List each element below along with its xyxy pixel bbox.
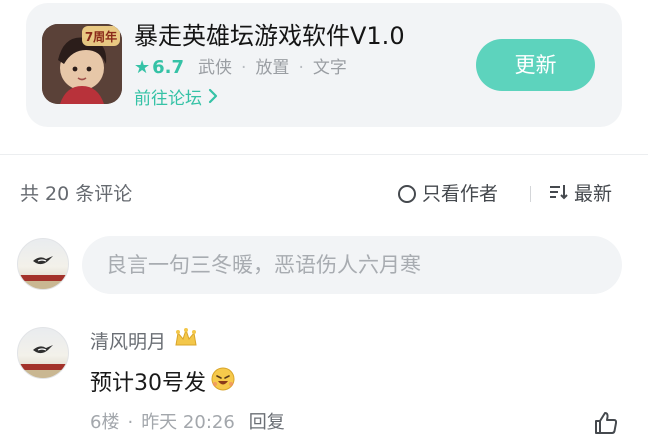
avatar[interactable]: [17, 327, 69, 379]
comment-meta: 6楼 · 昨天 20:26 回复: [90, 410, 285, 436]
comment-body: 预计30号发: [90, 370, 206, 396]
app-card[interactable]: 7周年 暴走英雄坛游戏软件V1.0 ★ 6.7 武侠 · 放置 · 文字 前往论…: [26, 3, 622, 127]
comment-count: 共 20 条评论: [20, 183, 133, 205]
star-icon: ★: [134, 57, 151, 78]
app-icon: 7周年: [42, 24, 122, 104]
chevron-right-icon: [208, 87, 218, 111]
reply-button[interactable]: 回复: [249, 410, 285, 436]
separator-dot: ·: [298, 58, 304, 78]
header-separator: [530, 186, 531, 202]
comment-time: 昨天 20:26: [141, 412, 235, 433]
comment-text: 预计30号发: [90, 366, 236, 401]
avatar-ground: [18, 370, 68, 378]
crown-icon: [174, 328, 198, 355]
update-button[interactable]: 更新: [476, 39, 595, 91]
tag-item: 武侠: [198, 58, 233, 78]
laughing-emoji-icon: [210, 366, 236, 401]
sort-label: 最新: [574, 183, 613, 205]
thumbs-up-icon[interactable]: [593, 410, 619, 436]
icon-badge: 7周年: [85, 29, 117, 44]
forum-link-label: 前往论坛: [134, 89, 202, 109]
sort-icon: [550, 180, 568, 208]
radio-icon: [398, 185, 416, 203]
floor-label: 6楼: [90, 412, 120, 433]
app-title[interactable]: 暴走英雄坛游戏软件V1.0: [134, 20, 405, 52]
tag-item: 放置: [255, 58, 290, 78]
username-label: 清风明月: [90, 330, 167, 353]
comment-username[interactable]: 清风明月: [90, 328, 198, 355]
app-rating: 6.7: [152, 57, 185, 78]
app-meta: ★ 6.7 武侠 · 放置 · 文字: [134, 56, 347, 80]
only-author-label: 只看作者: [422, 183, 499, 205]
crane-icon: [33, 345, 53, 354]
comment-input[interactable]: [82, 236, 622, 294]
app-icon-art: 7周年: [42, 24, 122, 104]
avatar[interactable]: [17, 238, 69, 290]
tag-item: 文字: [312, 58, 347, 78]
divider: [0, 154, 648, 155]
avatar-ground: [18, 281, 68, 289]
forum-link[interactable]: 前往论坛: [134, 87, 218, 111]
sort-button[interactable]: 最新: [550, 180, 612, 208]
separator-dot: ·: [241, 58, 247, 78]
only-author-toggle[interactable]: 只看作者: [398, 180, 498, 208]
separator-dot: ·: [127, 412, 134, 433]
crane-icon: [33, 256, 53, 265]
